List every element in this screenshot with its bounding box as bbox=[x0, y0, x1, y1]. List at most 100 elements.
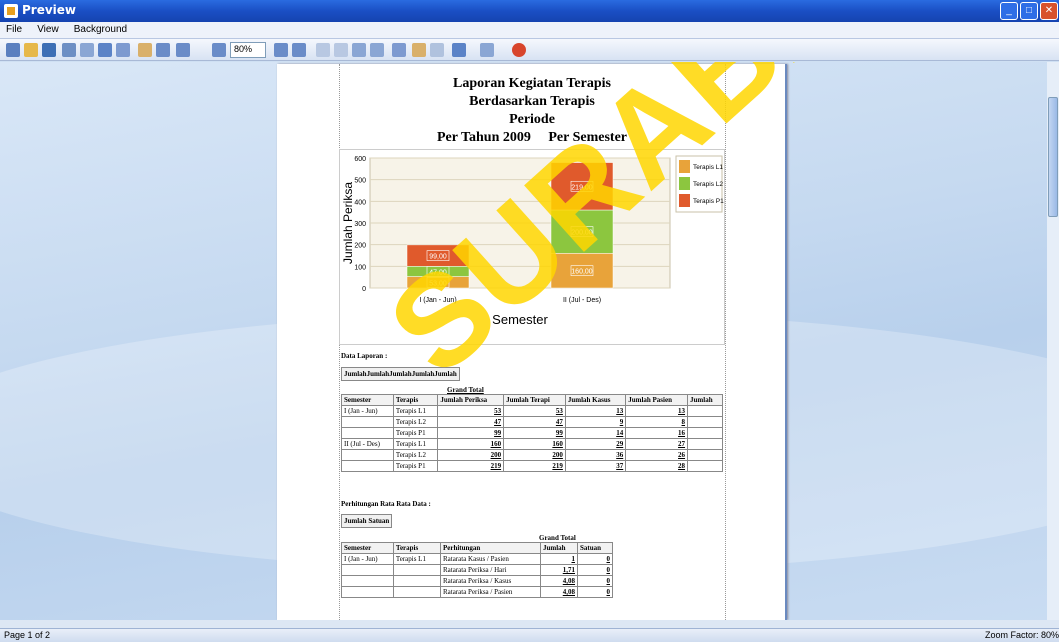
y-axis-title: Jumlah Periksa bbox=[341, 182, 355, 264]
export-icon[interactable] bbox=[452, 43, 466, 57]
report-period: Per Tahun 2009 Per Semester bbox=[339, 130, 725, 146]
table-cell bbox=[687, 405, 723, 417]
column-header: Terapis bbox=[392, 542, 441, 554]
watermark-icon[interactable] bbox=[430, 43, 444, 57]
table-cell: 0 bbox=[577, 564, 613, 576]
x-tick-label: I (Jan - Jun) bbox=[419, 297, 456, 304]
table-cell: 16 bbox=[625, 427, 689, 439]
avg-section-label: Perhitungan Rata Rata Data : bbox=[341, 500, 431, 508]
x-tick-label: II (Jul - Des) bbox=[563, 297, 601, 304]
table-cell: 1 bbox=[539, 553, 579, 565]
table-row: Terapis L2 47 47 9 8 bbox=[341, 416, 723, 428]
table-cell: Ratarata Periksa / Kasus bbox=[439, 575, 541, 587]
page-indicator: Page 1 of 2 bbox=[4, 630, 51, 640]
table-row: Terapis L2 200 200 36 26 bbox=[341, 449, 723, 461]
page-setup-icon[interactable] bbox=[62, 43, 76, 57]
table-cell: 47 bbox=[503, 416, 566, 428]
first-page-icon[interactable] bbox=[316, 43, 330, 57]
menu-view[interactable]: View bbox=[31, 22, 65, 37]
minimize-button[interactable]: _ bbox=[1000, 2, 1018, 20]
scrollbar-thumb[interactable] bbox=[1048, 97, 1058, 217]
report-title-line-2: Berdasarkan Terapis bbox=[469, 94, 595, 109]
table-header-row: Semester Terapis Jumlah Periksa Jumlah Tera… bbox=[341, 394, 723, 406]
table-row: Ratarata Periksa / Pasien 4,08 0 bbox=[341, 586, 613, 598]
previous-page-icon[interactable] bbox=[334, 43, 348, 57]
table-row: I (Jan - Jun) Terapis L1 Ratarata Kasus / … bbox=[341, 553, 613, 565]
table-cell bbox=[341, 586, 394, 598]
table-cell: 160 bbox=[437, 438, 505, 450]
table-cell: 219 bbox=[437, 460, 505, 472]
column-header: Jumlah bbox=[687, 394, 723, 406]
legend-label: Terapis L1 bbox=[693, 164, 723, 171]
table-cell: 14 bbox=[564, 427, 627, 439]
table-cell: 8 bbox=[625, 416, 689, 428]
table-cell: 13 bbox=[625, 405, 689, 417]
y-tick-label: 600 bbox=[354, 156, 366, 163]
horizontal-scrollbar[interactable] bbox=[0, 620, 1059, 628]
table-row: Terapis P1 99 99 14 16 bbox=[341, 427, 723, 439]
menu-background[interactable]: Background bbox=[68, 22, 133, 37]
table-cell: 99 bbox=[437, 427, 505, 439]
print-icon[interactable] bbox=[80, 43, 94, 57]
zoom-out-icon[interactable] bbox=[176, 43, 190, 57]
close-button[interactable]: ✕ bbox=[1040, 2, 1058, 20]
window-title: Preview bbox=[22, 3, 77, 17]
y-tick-label: 200 bbox=[354, 243, 366, 250]
header-field: Jumlah bbox=[411, 370, 435, 378]
period-semester: Per Semester bbox=[548, 130, 628, 145]
hand-tool-icon[interactable] bbox=[138, 43, 152, 57]
exit-icon[interactable] bbox=[512, 43, 526, 57]
table-cell: Ratarata Periksa / Hari bbox=[439, 564, 541, 576]
search-icon[interactable] bbox=[6, 43, 20, 57]
header-field: Jumlah bbox=[389, 370, 412, 378]
data-label: 200,00 bbox=[571, 230, 593, 237]
table-row: I (Jan - Jun) Terapis L1 53 53 13 13 bbox=[341, 405, 723, 417]
table-cell: Terapis L2 bbox=[392, 449, 439, 461]
quick-print-icon[interactable] bbox=[98, 43, 112, 57]
table-cell: 26 bbox=[625, 449, 689, 461]
zoom-page-icon[interactable] bbox=[292, 43, 306, 57]
avg-table: Semester Terapis Perhitungan Jumlah Satuan I … bbox=[341, 542, 613, 598]
legend-label: Terapis L2 bbox=[693, 181, 723, 188]
magnifier-icon[interactable] bbox=[156, 43, 170, 57]
data-label: 53,00 bbox=[429, 280, 447, 287]
table-cell bbox=[687, 438, 723, 450]
maximize-button[interactable]: □ bbox=[1020, 2, 1038, 20]
data-label: 47,00 bbox=[429, 269, 447, 276]
y-tick-label: 100 bbox=[354, 264, 366, 271]
scale-icon[interactable] bbox=[116, 43, 130, 57]
header-field: Jumlah bbox=[344, 517, 367, 525]
next-page-icon[interactable] bbox=[352, 43, 366, 57]
zoom-dropdown-icon[interactable] bbox=[274, 43, 288, 57]
column-header: Semester bbox=[341, 542, 394, 554]
table-cell bbox=[341, 564, 394, 576]
data-section-label: Data Laporan : bbox=[341, 352, 388, 360]
y-tick-label: 400 bbox=[354, 199, 366, 206]
table-cell: 47 bbox=[437, 416, 505, 428]
table-cell bbox=[687, 416, 723, 428]
color-icon[interactable] bbox=[412, 43, 426, 57]
table-cell bbox=[687, 460, 723, 472]
avg-header-fields: Jumlah Satuan bbox=[341, 514, 393, 528]
table-cell: 1,71 bbox=[539, 564, 579, 576]
menu-file[interactable]: File bbox=[0, 22, 28, 37]
table-cell: 53 bbox=[503, 405, 566, 417]
y-tick-label: 0 bbox=[362, 286, 366, 293]
open-folder-icon[interactable] bbox=[24, 43, 38, 57]
zoom-in-icon[interactable] bbox=[212, 43, 226, 57]
last-page-icon[interactable] bbox=[370, 43, 384, 57]
app-icon bbox=[4, 4, 18, 18]
table-cell: Terapis P1 bbox=[392, 427, 439, 439]
multiple-pages-icon[interactable] bbox=[392, 43, 406, 57]
send-email-icon[interactable] bbox=[480, 43, 494, 57]
column-header: Terapis bbox=[392, 394, 439, 406]
avg-grand-total: Grand Total bbox=[539, 534, 576, 542]
table-row: Terapis P1 219 219 37 28 bbox=[341, 460, 723, 472]
zoom-combo[interactable]: 80% bbox=[230, 42, 266, 58]
column-header: Jumlah bbox=[539, 542, 579, 554]
vertical-scrollbar[interactable] bbox=[1047, 62, 1059, 620]
table-cell: Ratarata Periksa / Pasien bbox=[439, 586, 541, 598]
save-icon[interactable] bbox=[42, 43, 56, 57]
chart-frame: 0 100 200 300 400 500 600 53,00 47,00 99,00 I (Jan… bbox=[339, 149, 725, 345]
table-cell bbox=[687, 427, 723, 439]
